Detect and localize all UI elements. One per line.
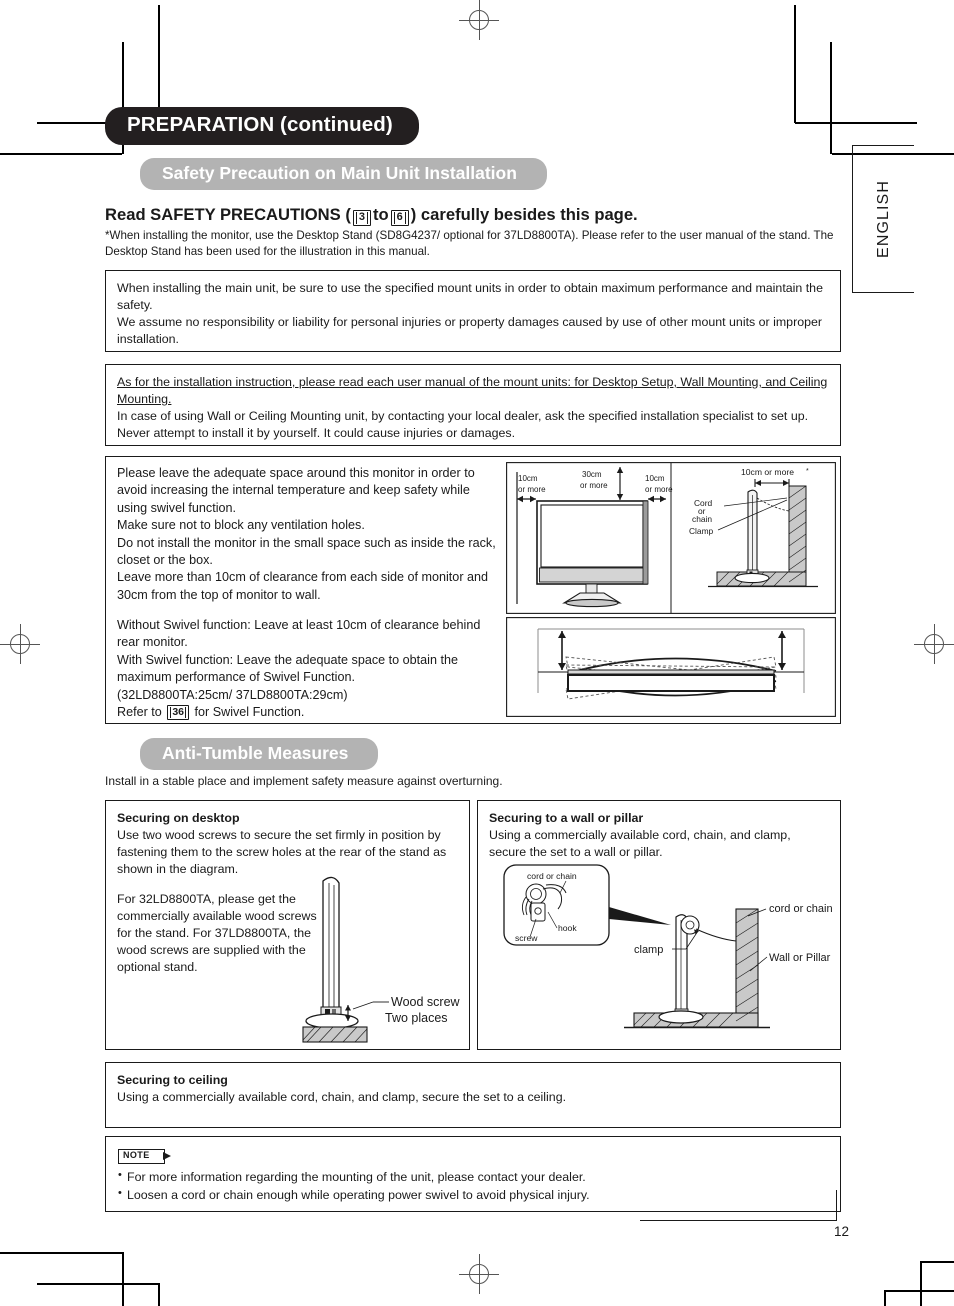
clearance-para5: Without Swivel function: Leave at least … — [117, 618, 481, 650]
wall-label-cord: cord or chain — [769, 903, 833, 915]
language-tab: ENGLISH — [852, 145, 914, 293]
antitumble-lead: Install in a stable place and implement … — [105, 774, 503, 788]
page-reference-6: 6 — [390, 210, 409, 226]
list-item: Loosen a cord or chain enough while oper… — [118, 1186, 828, 1205]
clearance-para6: With Swivel function: Leave the adequate… — [117, 652, 458, 685]
clearance-refer: Refer to 36 for Swivel Function. — [117, 704, 497, 721]
svg-text:10cm or more: 10cm or more — [741, 467, 794, 477]
note-list: For more information regarding the mount… — [118, 1168, 828, 1205]
page-reference-36: 36 — [167, 704, 189, 720]
figure-clamp-inset: cord or chain hook screw — [503, 864, 610, 946]
clearance-text-column: Please leave the adequate space around t… — [117, 465, 497, 721]
section-heading-safety: Safety Precaution on Main Unit Installat… — [140, 158, 547, 191]
svg-text:10cm: 10cm — [645, 474, 665, 483]
box-securing-desktop: Securing on desktop Use two wood screws … — [105, 800, 470, 1050]
securing-ceiling-heading: Securing to ceiling — [117, 1073, 228, 1087]
figure-wood-screw: Wood screw Two places — [301, 869, 466, 1044]
box-installation-instruction: As for the installation instruction, ple… — [105, 364, 841, 446]
clearance-refer-pre: Refer to — [117, 704, 162, 719]
clearance-refer-post: for Swivel Function. — [194, 704, 305, 719]
list-item: For more information regarding the mount… — [118, 1168, 828, 1187]
svg-text:or more: or more — [645, 485, 673, 494]
registration-mark-top — [459, 0, 499, 40]
page-reference-3: 3 — [352, 210, 371, 226]
wall-label-clamp: clamp — [634, 944, 663, 956]
inset-label-hook: hook — [558, 923, 577, 933]
inset-label-screw: screw — [515, 933, 538, 943]
clearance-para3: Do not install the monitor in the small … — [117, 535, 496, 567]
registration-mark-bottom — [459, 1254, 499, 1294]
wood-screw-label-1: Wood screw — [391, 995, 461, 1009]
page-title: PREPARATION (continued) — [105, 107, 419, 145]
securing-wall-heading: Securing to a wall or pillar — [489, 811, 644, 825]
figure-wall-securing: cord or chain hook screw cord or chain c… — [486, 859, 836, 1044]
box-securing-ceiling: Securing to ceiling Using a commercially… — [105, 1062, 841, 1128]
registration-mark-left — [0, 624, 40, 664]
securing-desktop-heading: Securing on desktop — [117, 811, 240, 825]
clearance-para2: Make sure not to block any ventilation h… — [117, 518, 365, 533]
figure-swivel-clearance — [506, 617, 836, 717]
svg-text:Clamp: Clamp — [689, 526, 714, 536]
note-tag-label: NOTE — [123, 1150, 150, 1160]
note-arrow-icon — [162, 1152, 171, 1161]
read-safety-heading: Read SAFETY PRECAUTIONS (3 to 6) carefully… — [105, 205, 845, 226]
registration-mark-right — [914, 624, 954, 664]
wood-screw-label-2: Two places — [385, 1011, 448, 1025]
svg-text:10cm: 10cm — [518, 474, 538, 483]
clearance-para1: Please leave the adequate space around t… — [117, 466, 475, 515]
mount-units-line2: We assume no responsibility or liability… — [117, 314, 823, 346]
language-tab-label: ENGLISH — [874, 180, 892, 258]
box-clearance: Please leave the adequate space around t… — [105, 456, 841, 724]
securing-wall-para1: Using a commercially available cord, cha… — [489, 827, 791, 859]
inset-label-cord: cord or chain — [527, 871, 577, 881]
securing-desktop-para2: For 32LD8800TA, please get the commercia… — [117, 891, 317, 974]
box-note: NOTE For more information regarding the … — [105, 1136, 841, 1212]
page-number-rule-vertical — [836, 1190, 838, 1221]
installation-instruction-underlined: As for the installation instruction, ple… — [117, 375, 828, 406]
svg-text:or more: or more — [518, 485, 546, 494]
read-safety-heading-pre: Read SAFETY PRECAUTIONS ( — [105, 205, 351, 224]
svg-text:30cm: 30cm — [582, 470, 602, 479]
securing-ceiling-para1: Using a commercially available cord, cha… — [117, 1089, 567, 1104]
read-safety-heading-post: ) carefully besides this page. — [410, 205, 638, 224]
section-heading-antitumble: Anti-Tumble Measures — [140, 738, 379, 771]
svg-text:chain: chain — [692, 514, 712, 524]
installation-instruction-body: In case of using Wall or Ceiling Mountin… — [117, 408, 809, 440]
wall-label-pillar: Wall or Pillar — [769, 952, 831, 964]
page-number: 12 — [833, 1224, 849, 1239]
mount-units-line1: When installing the main unit, be sure t… — [117, 281, 823, 312]
read-safety-subnote: *When installing the monitor, use the De… — [105, 229, 834, 258]
read-safety-heading-mid: to — [373, 205, 389, 224]
svg-text:or more: or more — [580, 481, 608, 490]
figure-clearance: 10cm or more 10cm or more 30cm or more C… — [506, 462, 836, 614]
clearance-para4: Leave more than 10cm of clearance from e… — [117, 570, 489, 602]
svg-text:*: * — [806, 468, 809, 475]
box-securing-wall: Securing to a wall or pillar Using a com… — [477, 800, 841, 1050]
note-tag: NOTE — [118, 1149, 171, 1164]
page-number-rule — [640, 1220, 836, 1222]
manual-page: PREPARATION (continued) Safety Precautio… — [0, 0, 954, 1306]
box-mount-units: When installing the main unit, be sure t… — [105, 270, 841, 352]
clearance-para7: (32LD8800TA:25cm/ 37LD8800TA:29cm) — [117, 687, 348, 702]
